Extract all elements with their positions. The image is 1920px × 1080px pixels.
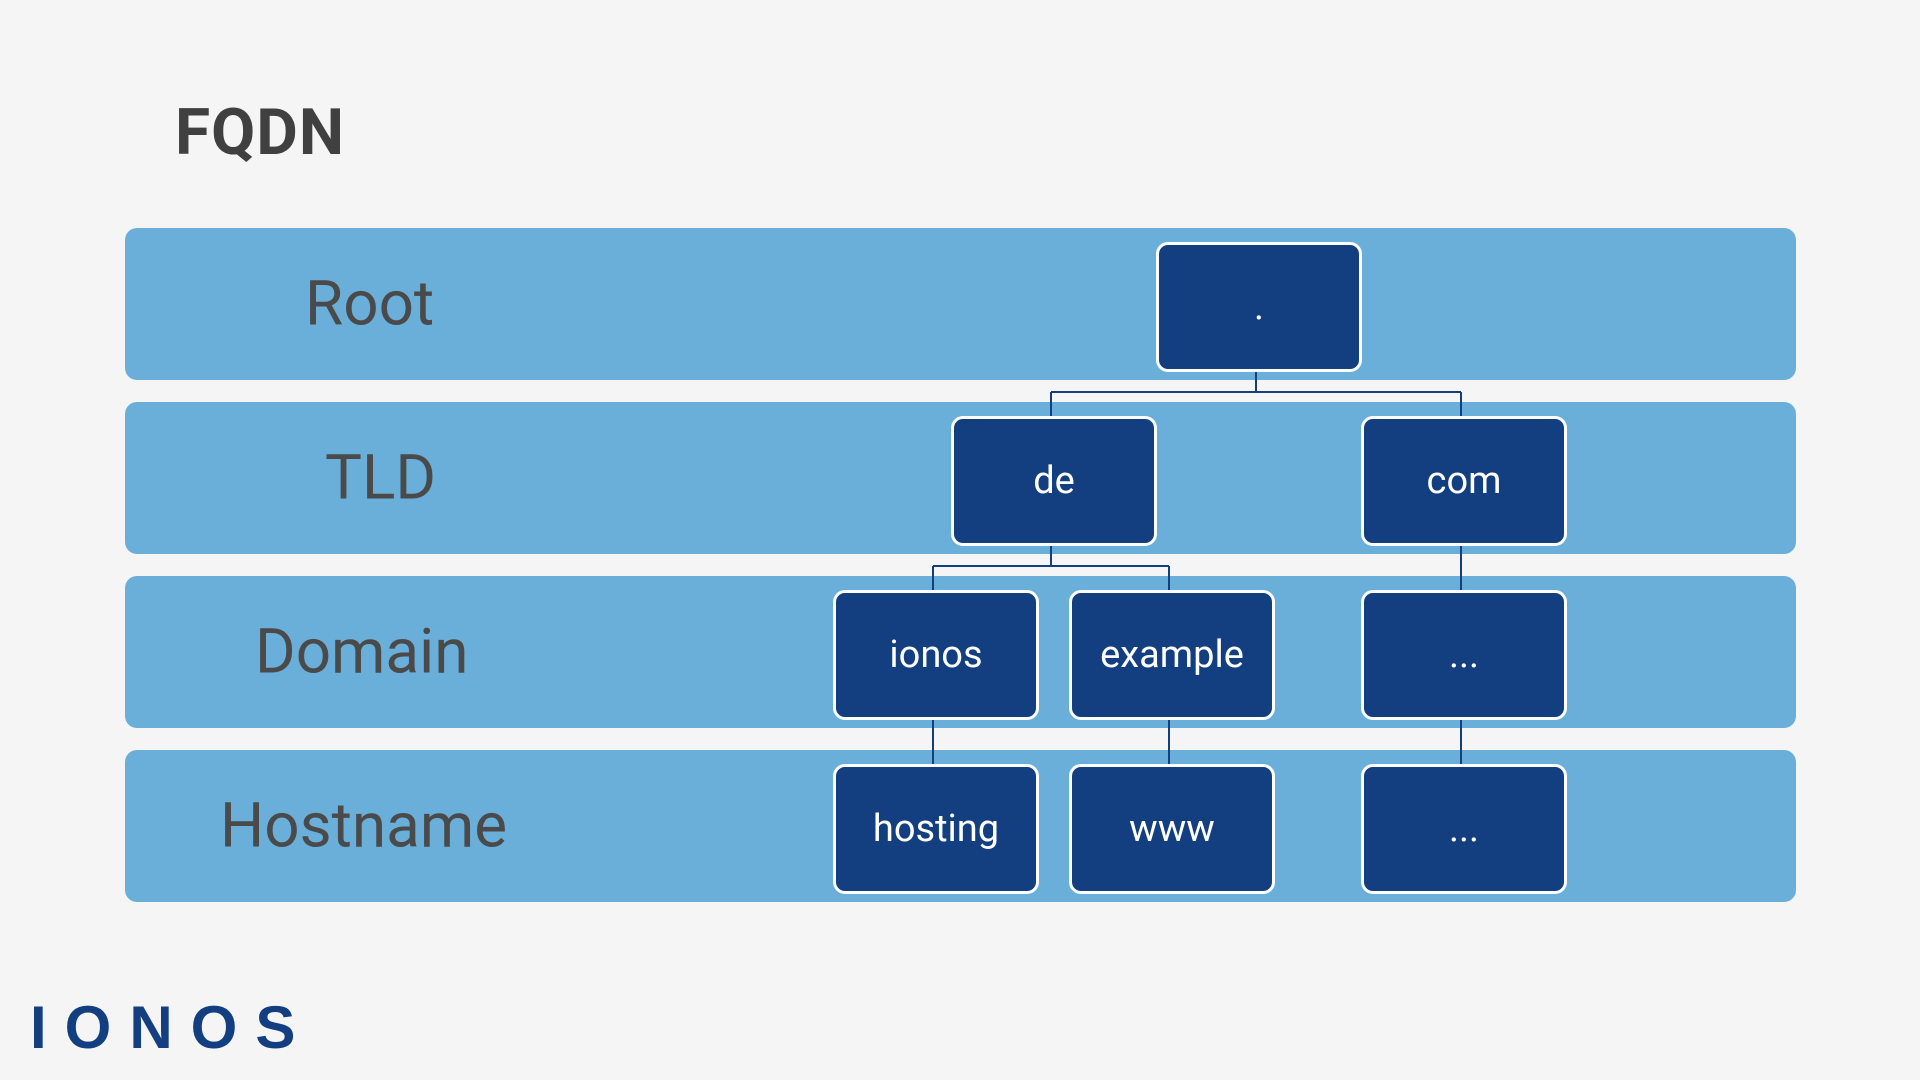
node-com: com <box>1361 416 1567 546</box>
node-com-host: ... <box>1361 764 1567 894</box>
node-hosting: hosting <box>833 764 1039 894</box>
node-example: example <box>1069 590 1275 720</box>
diagram-title: FQDN <box>175 95 345 170</box>
node-root: . <box>1156 242 1362 372</box>
row-label-tld: TLD <box>325 442 436 515</box>
row-label-domain: Domain <box>255 616 468 689</box>
row-root: Root <box>125 228 1796 380</box>
node-www: www <box>1069 764 1275 894</box>
node-de: de <box>951 416 1157 546</box>
node-com-domain: ... <box>1361 590 1567 720</box>
node-ionos: ionos <box>833 590 1039 720</box>
ionos-logo: IONOS <box>30 993 313 1062</box>
row-label-root: Root <box>305 268 434 341</box>
row-label-hostname: Hostname <box>220 790 507 863</box>
